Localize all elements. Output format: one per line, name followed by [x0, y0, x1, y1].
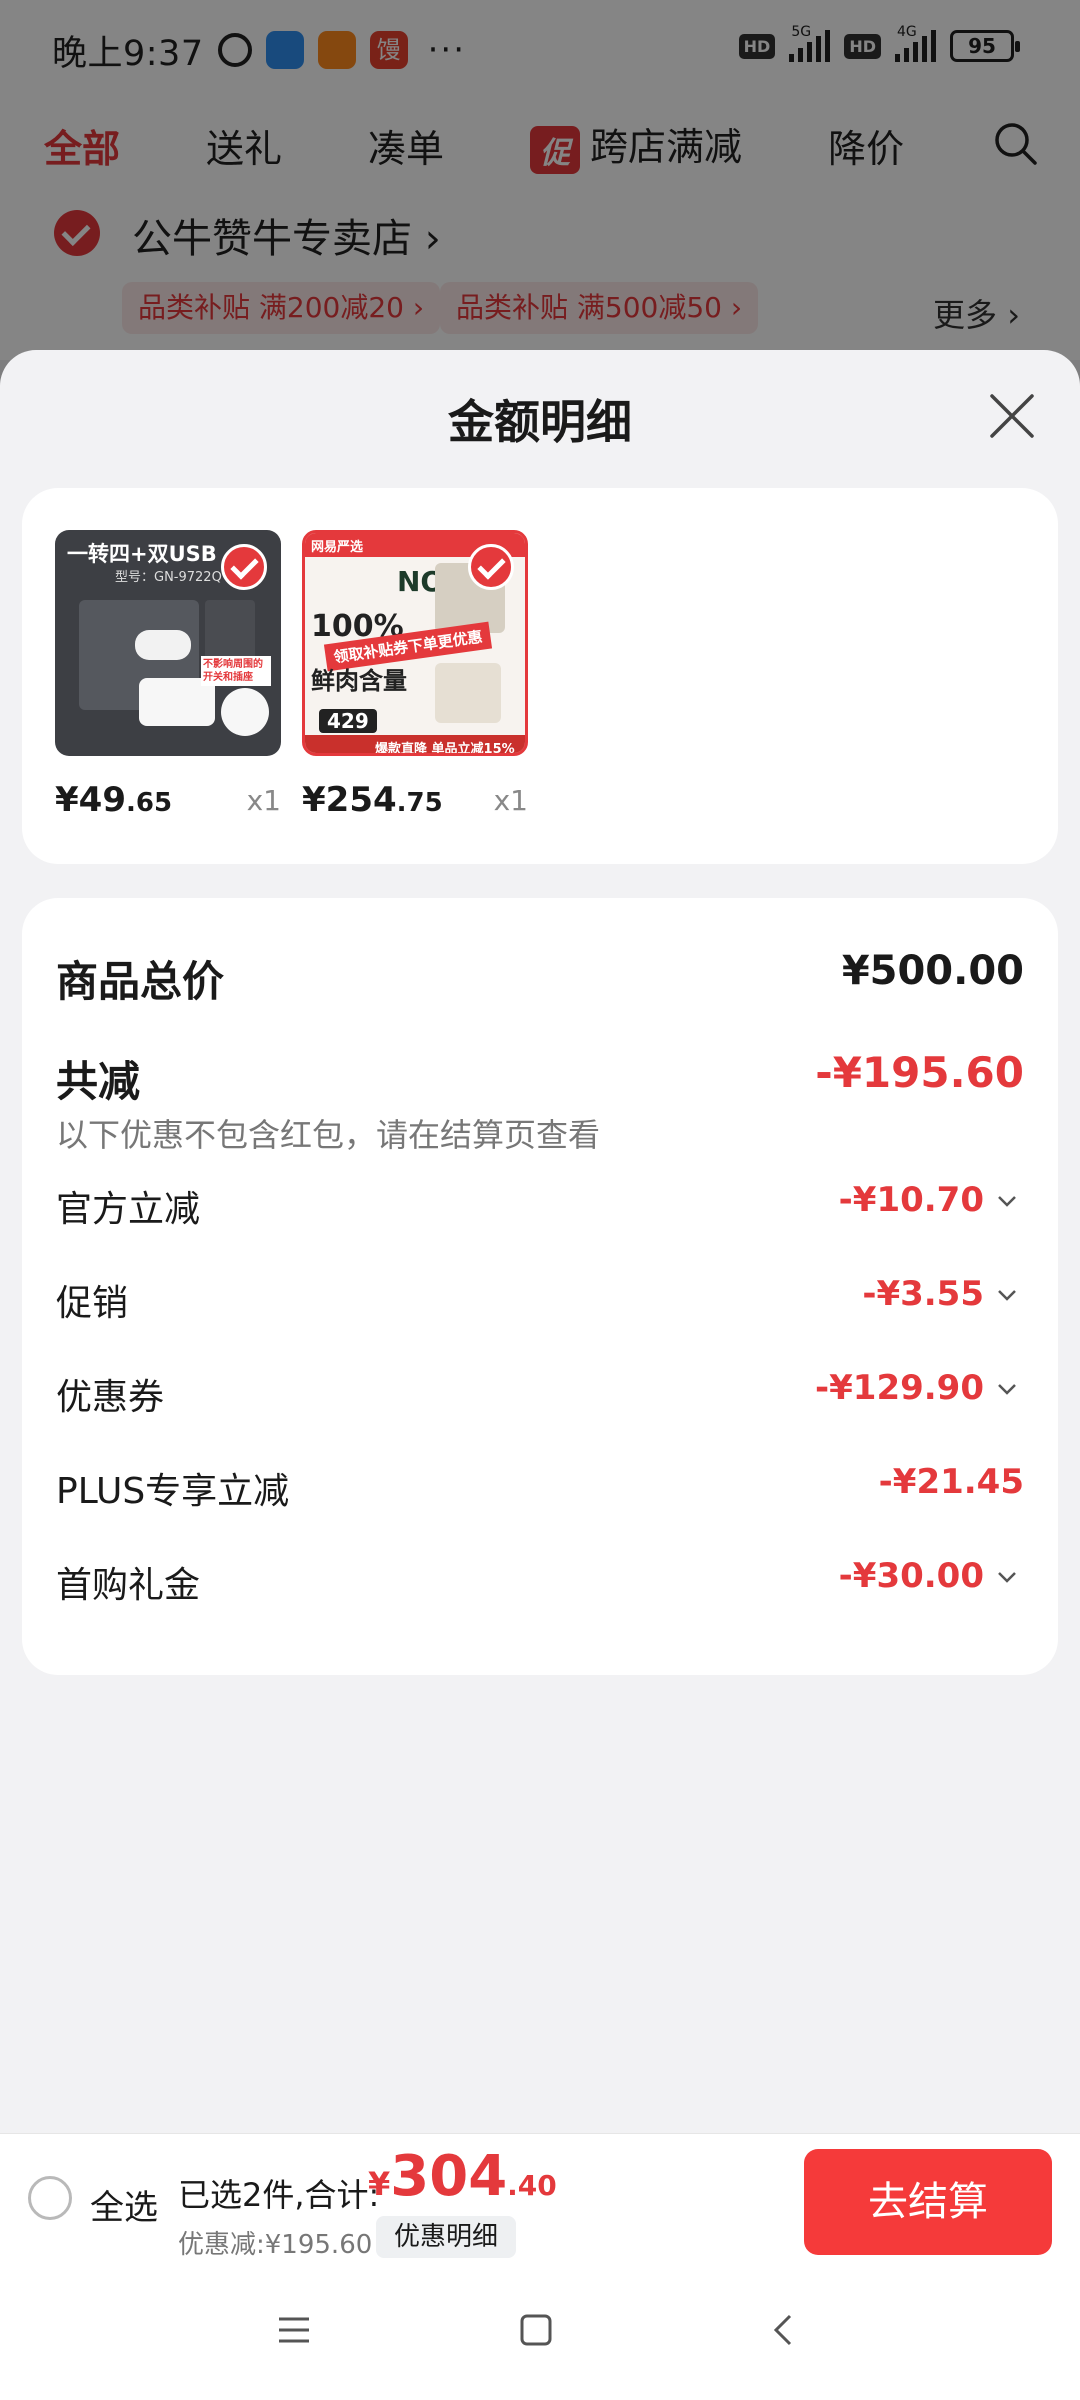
- total-reduce-label: 共减: [56, 1057, 141, 1106]
- back-icon[interactable]: [766, 2312, 802, 2348]
- checkout-bar: 全选 已选2件,合计: ¥304.40 优惠减:¥195.60 优惠明细 去结算: [0, 2133, 1080, 2268]
- product-1-qty: x1: [246, 784, 281, 817]
- discount-row-plus: PLUS专享立减 -¥21.45: [56, 1462, 1024, 1522]
- product-2-selected-check[interactable]: [468, 544, 514, 590]
- discount-note: 以下优惠不包含红包，请在结算页查看: [56, 1116, 601, 1154]
- product-1-price-int: ¥49: [55, 780, 126, 820]
- total-price-dec: .40: [507, 2169, 557, 2202]
- product-1-selected-check[interactable]: [221, 544, 267, 590]
- selected-count-label: 已选2件,合计:: [178, 2176, 380, 2214]
- img-note: 不影响周围的开关和插座: [201, 656, 271, 686]
- products-card: 一转四+双USB 型号：GN-9722Q 不影响周围的开关和插座 ¥49.65 …: [22, 488, 1058, 864]
- product-2-price-int: ¥254: [302, 780, 397, 820]
- select-all-label[interactable]: 全选: [90, 2180, 158, 2229]
- sheet-title: 金额明细: [448, 395, 632, 449]
- discount-promotion-label: 促销: [56, 1283, 129, 1324]
- img-detail-circle: [221, 688, 269, 736]
- select-all-radio[interactable]: [28, 2176, 72, 2220]
- img-wall-socket: [205, 600, 255, 660]
- chevron-down-icon[interactable]: [996, 1566, 1018, 1588]
- goods-total-value: ¥500.00: [841, 948, 1024, 994]
- discount-row-official[interactable]: 官方立减 -¥10.70: [56, 1180, 1024, 1240]
- product-item-1[interactable]: 一转四+双USB 型号：GN-9722Q 不影响周围的开关和插座 ¥49.65 …: [55, 530, 281, 820]
- total-reduce-value: -¥195.60: [815, 1048, 1024, 1097]
- discount-first-purchase-value: -¥30.00: [838, 1556, 984, 1596]
- discount-row-coupon[interactable]: 优惠券 -¥129.90: [56, 1368, 1024, 1428]
- system-nav-bar: [0, 2268, 1080, 2400]
- product-item-2[interactable]: 网易严选 NO.1 100% 领取补贴券下单更优惠 鲜肉含量 429 爆款直降 …: [302, 530, 528, 820]
- discount-detail-button[interactable]: 优惠明细: [376, 2216, 517, 2258]
- total-price: ¥304.40: [368, 2144, 557, 2209]
- amount-detail-sheet: 金额明细 一转四+双USB 型号：GN-9722Q 不影响周围的开关和插座 ¥4…: [0, 350, 1080, 2135]
- checkout-button[interactable]: 去结算: [804, 2149, 1052, 2255]
- goods-total-row: 商品总价 ¥500.00: [56, 948, 1024, 1008]
- discount-coupon-value: -¥129.90: [815, 1368, 984, 1408]
- discount-plus-label: PLUS专享立减: [56, 1471, 290, 1512]
- discount-official-value: -¥10.70: [838, 1180, 984, 1220]
- close-icon[interactable]: [988, 392, 1036, 440]
- discount-row-first-purchase[interactable]: 首购礼金 -¥30.00: [56, 1556, 1024, 1616]
- chevron-down-icon[interactable]: [996, 1284, 1018, 1306]
- discount-first-purchase-label: 首购礼金: [56, 1565, 201, 1606]
- product-1-price-dec: .65: [125, 788, 173, 818]
- product-2-price-dec: .75: [396, 788, 443, 818]
- total-reduce-row: 共减 -¥195.60: [56, 1048, 1024, 1108]
- amount-breakdown-card: 商品总价 ¥500.00 共减 -¥195.60 以下优惠不包含红包，请在结算页…: [22, 898, 1058, 1675]
- chevron-down-icon[interactable]: [996, 1190, 1018, 1212]
- home-icon[interactable]: [518, 2312, 554, 2348]
- total-price-int: 304: [390, 2144, 508, 2209]
- product-2-qty: x1: [493, 784, 528, 817]
- discount-official-label: 官方立减: [56, 1189, 201, 1230]
- img-price: 429: [319, 709, 377, 733]
- total-price-symbol: ¥: [368, 2165, 391, 2203]
- img-plug: [135, 630, 191, 660]
- img-title: 一转四+双USB: [67, 542, 217, 566]
- discount-coupon-label: 优惠券: [56, 1377, 165, 1418]
- img-model: 型号：GN-9722Q: [115, 570, 222, 585]
- discount-plus-value: -¥21.45: [878, 1462, 1024, 1502]
- product-1-price: ¥49.65: [55, 780, 172, 820]
- img-brand: 网易严选: [311, 540, 364, 555]
- chevron-down-icon[interactable]: [996, 1378, 1018, 1400]
- goods-total-label: 商品总价: [56, 957, 225, 1006]
- dim-overlay[interactable]: [0, 0, 1080, 400]
- discount-row-promotion[interactable]: 促销 -¥3.55: [56, 1274, 1024, 1334]
- discount-promotion-value: -¥3.55: [862, 1274, 984, 1314]
- product-2-price: ¥254.75: [302, 780, 443, 820]
- img-product-bag: [435, 663, 501, 723]
- img-footer: 爆款直降 单品立减15%: [375, 742, 515, 756]
- menu-icon[interactable]: [276, 2312, 312, 2348]
- discount-summary: 优惠减:¥195.60: [178, 2230, 373, 2260]
- img-sub: 鲜肉含量: [311, 667, 407, 695]
